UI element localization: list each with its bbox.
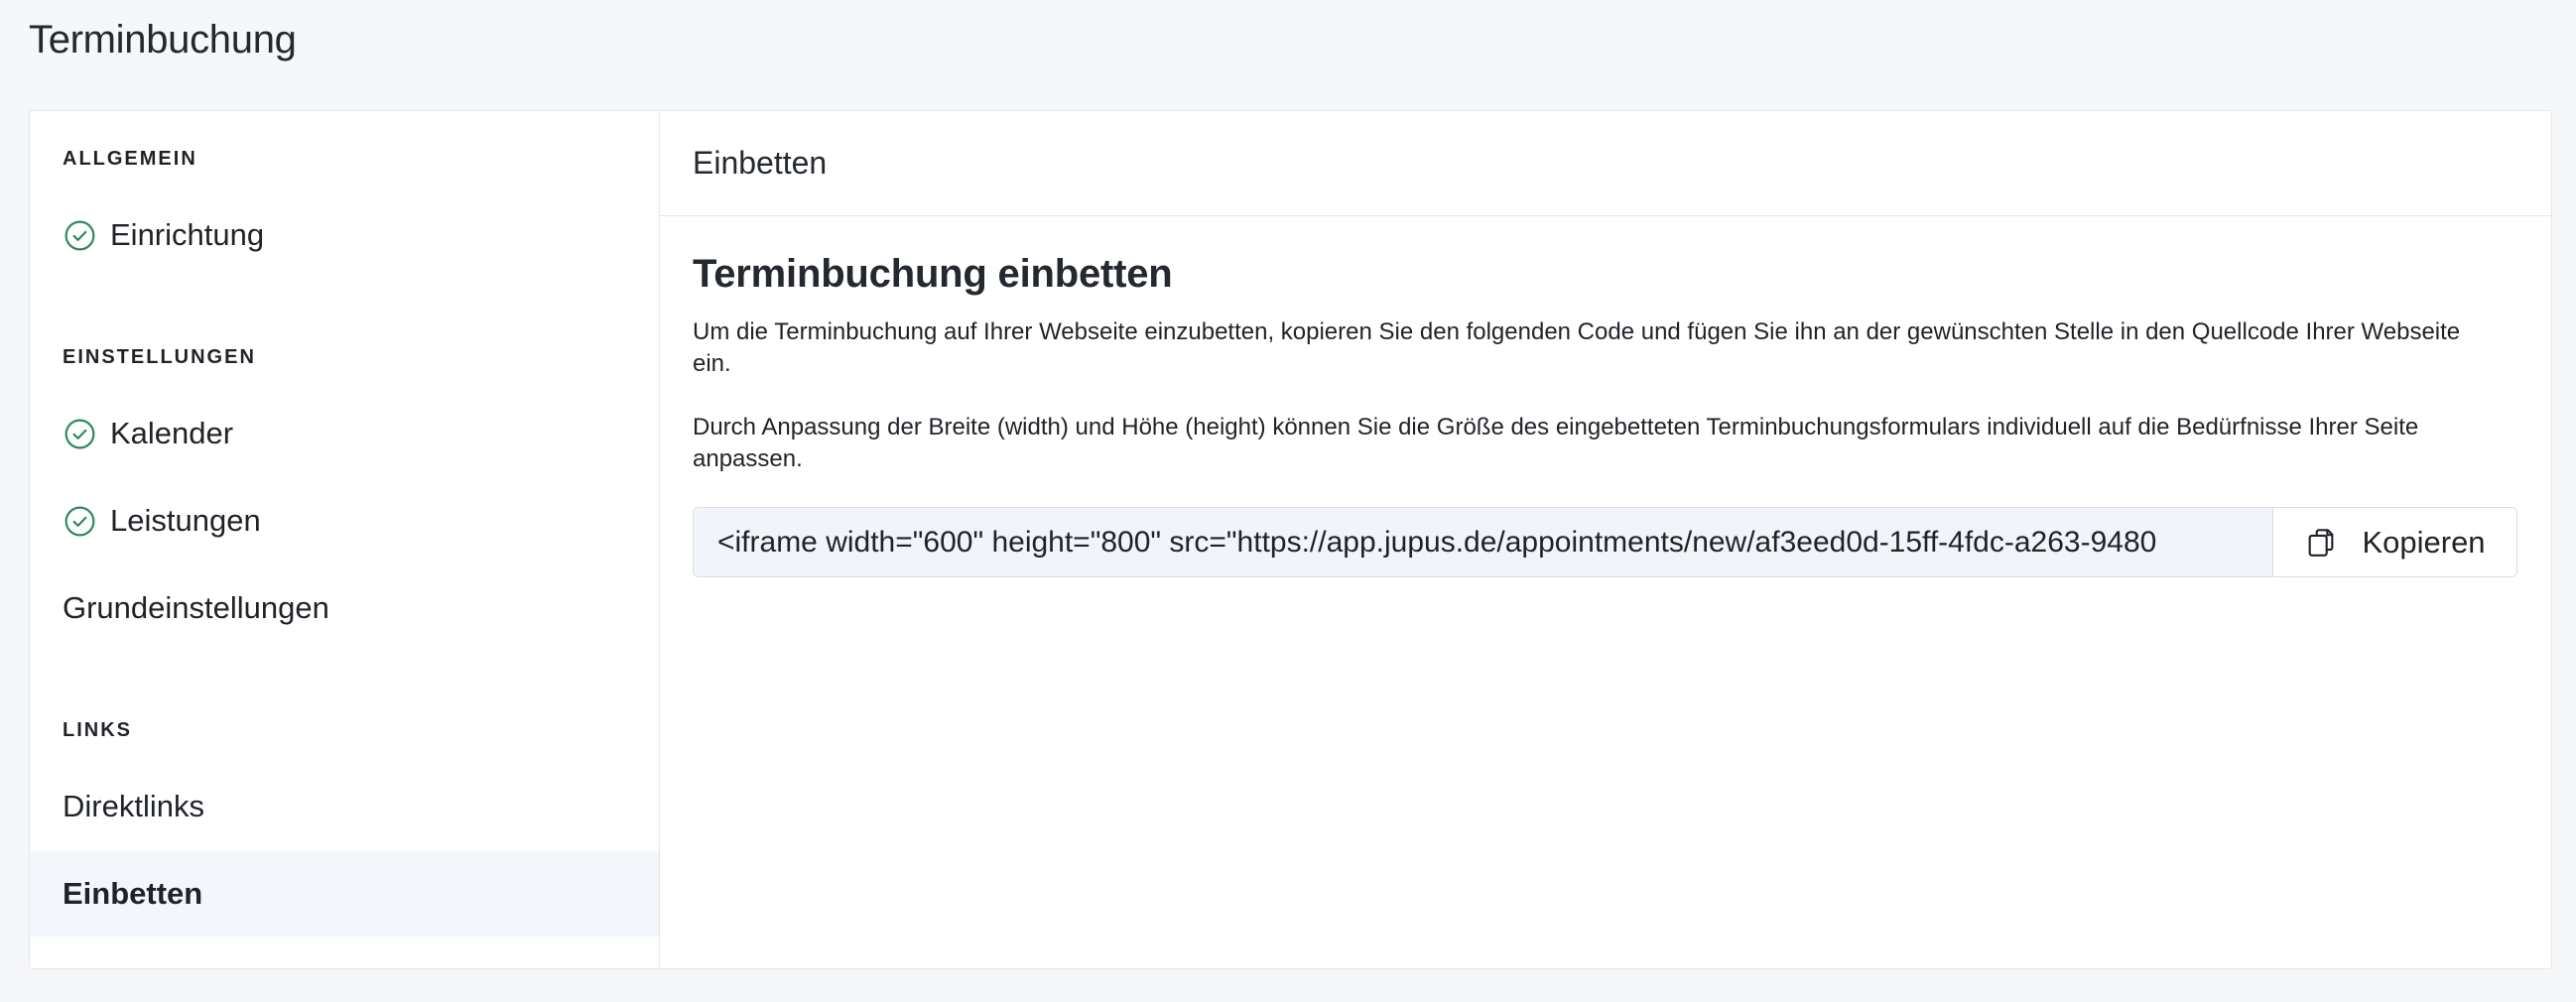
sidebar-item-label: Einrichtung (110, 217, 265, 252)
section-label-links: LINKS (63, 719, 132, 741)
sidebar: ALLGEMEIN Einrichtung EINSTELLUNGEN Kale… (30, 111, 660, 968)
panel-header: Einbetten (660, 111, 2551, 216)
sidebar-item-embed[interactable]: Einbetten (30, 851, 659, 937)
description-paragraph: Um die Terminbuchung auf Ihrer Webseite … (693, 318, 2461, 377)
sidebar-item-label: Einbetten (63, 876, 203, 911)
settings-card: ALLGEMEIN Einrichtung EINSTELLUNGEN Kale… (29, 110, 2552, 969)
check-circle-icon (63, 504, 97, 539)
page-title: Terminbuchung (29, 18, 297, 62)
main-panel: Einbetten Terminbuchung einbetten Um die… (660, 111, 2551, 968)
sidebar-item-basic-settings[interactable]: Grundeinstellungen (30, 565, 659, 651)
embed-content: Terminbuchung einbetten Um die Terminbuc… (660, 216, 2551, 577)
check-circle-icon (63, 417, 97, 451)
sidebar-item-setup[interactable]: Einrichtung (30, 192, 659, 278)
embed-code-group: Kopieren (693, 507, 2517, 577)
copy-button-label: Kopieren (2362, 524, 2486, 560)
section-heading: Terminbuchung einbetten (693, 252, 1173, 296)
sidebar-item-calendar[interactable]: Kalender (30, 391, 659, 476)
copy-icon (2304, 526, 2338, 560)
embed-code-input[interactable] (694, 508, 2272, 576)
section-label-settings: EINSTELLUNGEN (63, 346, 256, 368)
section-label-general: ALLGEMEIN (63, 148, 197, 170)
copy-button[interactable]: Kopieren (2272, 508, 2516, 576)
sidebar-item-label: Leistungen (110, 503, 261, 538)
sidebar-item-services[interactable]: Leistungen (30, 478, 659, 564)
sidebar-item-label: Direktlinks (63, 789, 204, 823)
description-paragraph: Durch Anpassung der Breite (width) und H… (693, 414, 2419, 472)
sidebar-item-label: Kalender (110, 416, 234, 450)
check-circle-icon (63, 218, 97, 253)
sidebar-item-direct-links[interactable]: Direktlinks (30, 764, 659, 849)
sidebar-item-label: Grundeinstellungen (63, 590, 329, 625)
